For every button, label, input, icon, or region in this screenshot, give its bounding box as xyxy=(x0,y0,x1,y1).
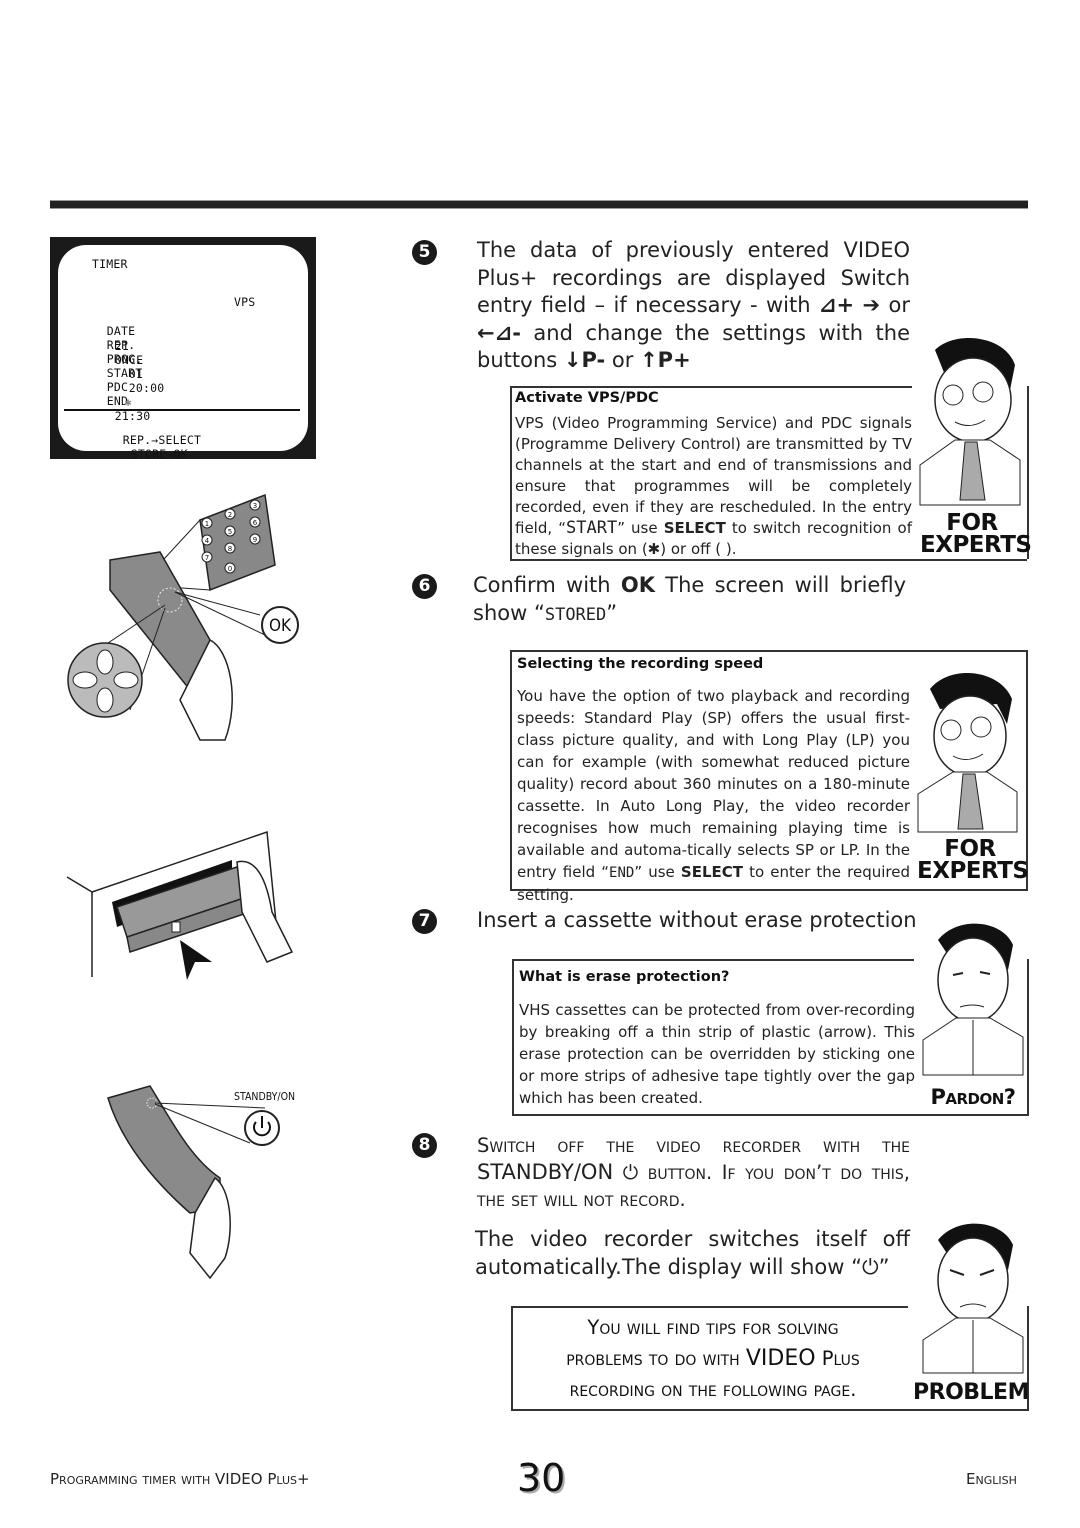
step-5-text: The data of previously entered VIDEO Plu… xyxy=(477,237,910,375)
vps-pdc-title: Activate VPS/PDC xyxy=(515,390,659,406)
vps-pdc-select: SELECT xyxy=(663,519,726,537)
standby-button-label: STANDBY/ON xyxy=(477,1160,614,1184)
erase-protection-body: VHS cassettes can be protected from over… xyxy=(519,1001,915,1107)
recording-speed-body-a: You have the option of two playback and … xyxy=(517,687,910,881)
key-7: 7 xyxy=(205,554,209,562)
for-experts-badge: FOR EXPERTS xyxy=(917,836,1029,884)
ok-button-label: OK xyxy=(620,573,655,597)
arrow-up-button xyxy=(96,649,114,675)
arrow-right-button xyxy=(113,671,139,689)
arrow-right-icon: ➔ xyxy=(862,293,881,317)
problem-line-2: problems to do with VIDEO Plus xyxy=(513,1343,913,1374)
step-8-warning: Switch off the video recorder with the S… xyxy=(477,1132,910,1213)
tv-vps-label: VPS xyxy=(234,295,256,309)
ok-label: OK xyxy=(269,616,292,636)
step-5-text-b: and change the settings with the buttons xyxy=(477,320,910,373)
tv-footer: REP.→SELECT STORE→OK xyxy=(80,419,201,475)
problem-video-label: VIDEO xyxy=(745,1346,816,1371)
vps-pdc-body-b: ” use xyxy=(617,519,664,537)
pardon-badge: Pardon? xyxy=(930,1085,1017,1109)
tv-cell-vps-flag: ✱ xyxy=(124,395,132,409)
vps-pdc-start-code: START xyxy=(566,518,618,538)
step-6-text-c: ” xyxy=(606,600,618,625)
badge-line-2: EXPERTS xyxy=(917,858,1029,884)
key-2: 2 xyxy=(228,511,232,519)
tv-cell-start: 20:00 xyxy=(128,381,165,395)
recording-speed-body-b: ” use xyxy=(634,863,681,881)
step-6-number: 6 xyxy=(412,574,437,599)
problem-plus-label: Plus xyxy=(815,1347,860,1370)
footer-language: English xyxy=(966,1470,1017,1488)
pardon-character-illustration xyxy=(918,915,1026,1080)
badge-line-1: FOR xyxy=(946,510,998,536)
step-6-text: Confirm with OK The screen will briefly … xyxy=(473,572,906,629)
arrow-down-button xyxy=(96,687,114,713)
stored-display-code: STORED xyxy=(544,604,607,625)
tv-footer-select: SELECT xyxy=(158,433,202,447)
tv-cell-prog: 01 xyxy=(128,367,143,381)
step-5-number: 5 xyxy=(412,240,437,265)
problem-badge: PROBLEM xyxy=(913,1380,1029,1405)
arrow-pointer-icon xyxy=(180,940,212,980)
key-1: 1 xyxy=(205,520,209,528)
step-8-number: 8 xyxy=(412,1133,437,1158)
problem-line-3: recording on the following page. xyxy=(569,1378,857,1401)
key-8: 8 xyxy=(228,545,232,553)
standby-remote-illustration: STANDBY/ON xyxy=(107,1085,295,1280)
key-3: 3 xyxy=(253,502,257,510)
power-icon: ⏻ xyxy=(622,1161,639,1184)
expert-character-illustration xyxy=(915,330,1025,510)
arrow-left-button xyxy=(72,671,98,689)
hand-icon xyxy=(236,860,294,963)
vcr-cassette-illustration xyxy=(66,830,294,980)
step-7-text: Insert a cassette without erase protecti… xyxy=(477,908,917,932)
tv-divider xyxy=(64,409,300,411)
page-number: 30 xyxy=(517,1456,566,1500)
step-5-or-2: or xyxy=(605,348,641,372)
recording-speed-end-code: END xyxy=(609,865,635,881)
arrow-right-icon: → xyxy=(166,447,174,461)
problem-text: You will find tips for solving problems … xyxy=(513,1312,913,1405)
step-5-or: or xyxy=(880,293,910,317)
badge-line-1: FOR xyxy=(944,836,996,862)
volume-minus-icon: ⊿- xyxy=(494,320,521,345)
tv-screen: TIMER VPS DATE REP. PROG. START PDC END … xyxy=(50,237,316,461)
vps-pdc-body: VPS (Video Programming Service) and PDC … xyxy=(515,413,912,560)
tv-footer-ok: OK xyxy=(173,447,188,461)
tv-footer-rep: REP. xyxy=(122,433,152,447)
footer-section-title: Programming timer with VIDEO Plus+ xyxy=(50,1470,310,1488)
standby-label: STANDBY/ON xyxy=(234,1091,295,1103)
volume-plus-icon: ⊿+ xyxy=(818,293,855,317)
step-8-caps-a: Switch off the video recorder with the xyxy=(477,1134,910,1157)
step-6-text-a: Confirm with xyxy=(473,573,621,597)
tv-title: TIMER xyxy=(92,257,128,271)
problem-character-illustration xyxy=(918,1215,1026,1375)
recording-speed-select: SELECT xyxy=(680,863,743,881)
step-8-text: The video recorder switches itself off a… xyxy=(475,1227,910,1279)
expert-character-illustration xyxy=(917,672,1018,833)
recording-speed-info-box: Selecting the recording speed You have t… xyxy=(510,650,1029,904)
key-5: 5 xyxy=(228,528,232,536)
recording-speed-body: You have the option of two playback and … xyxy=(517,685,910,906)
arrow-left-icon: ← xyxy=(477,320,495,345)
for-experts-badge: FOR EXPERTS xyxy=(920,510,1032,558)
step-7-number: 7 xyxy=(412,909,437,934)
problem-line-2a: problems to do with xyxy=(566,1347,746,1370)
tv-footer-store: STORE xyxy=(130,447,167,461)
top-rule xyxy=(50,200,1028,209)
key-9: 9 xyxy=(253,536,257,544)
key-4: 4 xyxy=(205,537,210,545)
recording-speed-title: Selecting the recording speed xyxy=(517,656,764,672)
erase-protection-title: What is erase protection? xyxy=(519,969,730,985)
key-0: 0 xyxy=(228,565,232,573)
remote-keypad-illustration: 1 2 3 4 5 6 7 8 9 0 OK xyxy=(67,493,299,741)
badge-line-2: EXPERTS xyxy=(920,532,1032,558)
program-down-button-label: ↓P- xyxy=(563,348,606,372)
problem-line-1: You will find tips for solving xyxy=(587,1316,839,1339)
program-up-button-label: ↑P+ xyxy=(640,348,691,372)
key-6: 6 xyxy=(253,519,258,527)
tv-cell-date: 21 xyxy=(114,339,129,353)
tv-cell-rep: ONCE xyxy=(114,353,144,367)
